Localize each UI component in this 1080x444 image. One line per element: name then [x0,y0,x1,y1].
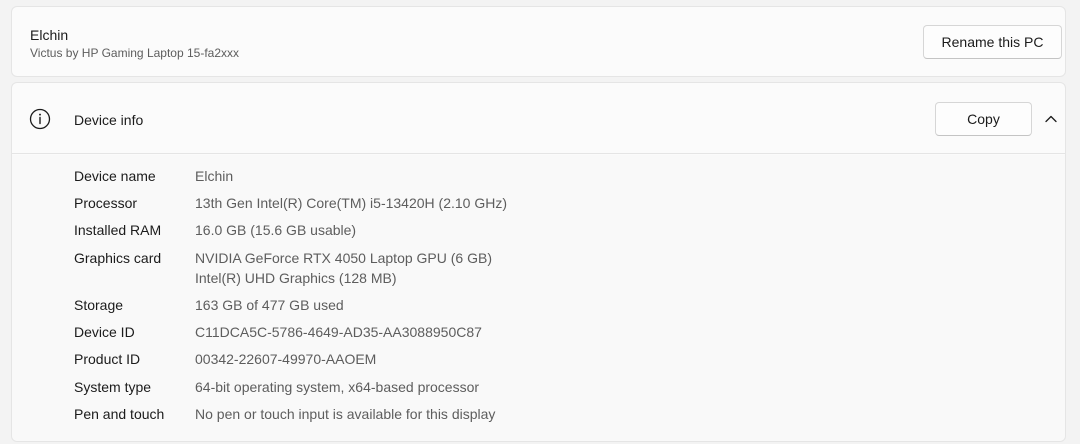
spec-label: Storage [74,297,124,313]
spec-label: Installed RAM [74,222,162,238]
spec-label: Graphics card [74,250,162,266]
spec-value: 00342-22607-49970-AAOEM [195,351,377,367]
spec-label: Pen and touch [74,406,165,422]
spec-value: C11DCA5C-5786-4649-AD35-AA3088950C87 [195,324,482,340]
spec-label: System type [74,379,152,395]
spec-value: 13th Gen Intel(R) Core(TM) i5-13420H (2.… [195,195,507,211]
spec-label: Device ID [74,324,135,340]
spec-value: 16.0 GB (15.6 GB usable) [195,222,357,238]
spec-value: No pen or touch input is available for t… [195,406,496,422]
pc-model: Victus by HP Gaming Laptop 15-fa2xxx [30,46,240,60]
spec-value: 64-bit operating system, x64-based proce… [195,379,480,395]
device-specs-list: Device name Elchin Processor 13th Gen In… [12,155,1065,441]
spec-label: Device name [74,168,156,184]
chevron-up-icon[interactable] [1043,111,1059,127]
info-icon [29,108,51,130]
device-info-title: Device info [74,112,144,128]
pc-name: Elchin [30,27,69,43]
device-info-card: Device info Copy Device name Elchin Proc… [11,82,1066,442]
spec-label: Product ID [74,351,141,367]
spec-value-secondary: Intel(R) UHD Graphics (128 MB) [195,270,397,286]
copy-button[interactable]: Copy [935,102,1032,136]
spec-value: NVIDIA GeForce RTX 4050 Laptop GPU (6 GB… [195,250,492,266]
device-info-header[interactable]: Device info Copy [12,83,1065,154]
system-about-page: Elchin Victus by HP Gaming Laptop 15-fa2… [0,0,1080,444]
spec-value: Elchin [195,168,234,184]
spec-label: Processor [74,195,138,211]
rename-pc-button[interactable]: Rename this PC [923,25,1062,59]
spec-value: 163 GB of 477 GB used [195,297,344,313]
pc-name-card: Elchin Victus by HP Gaming Laptop 15-fa2… [11,6,1066,77]
